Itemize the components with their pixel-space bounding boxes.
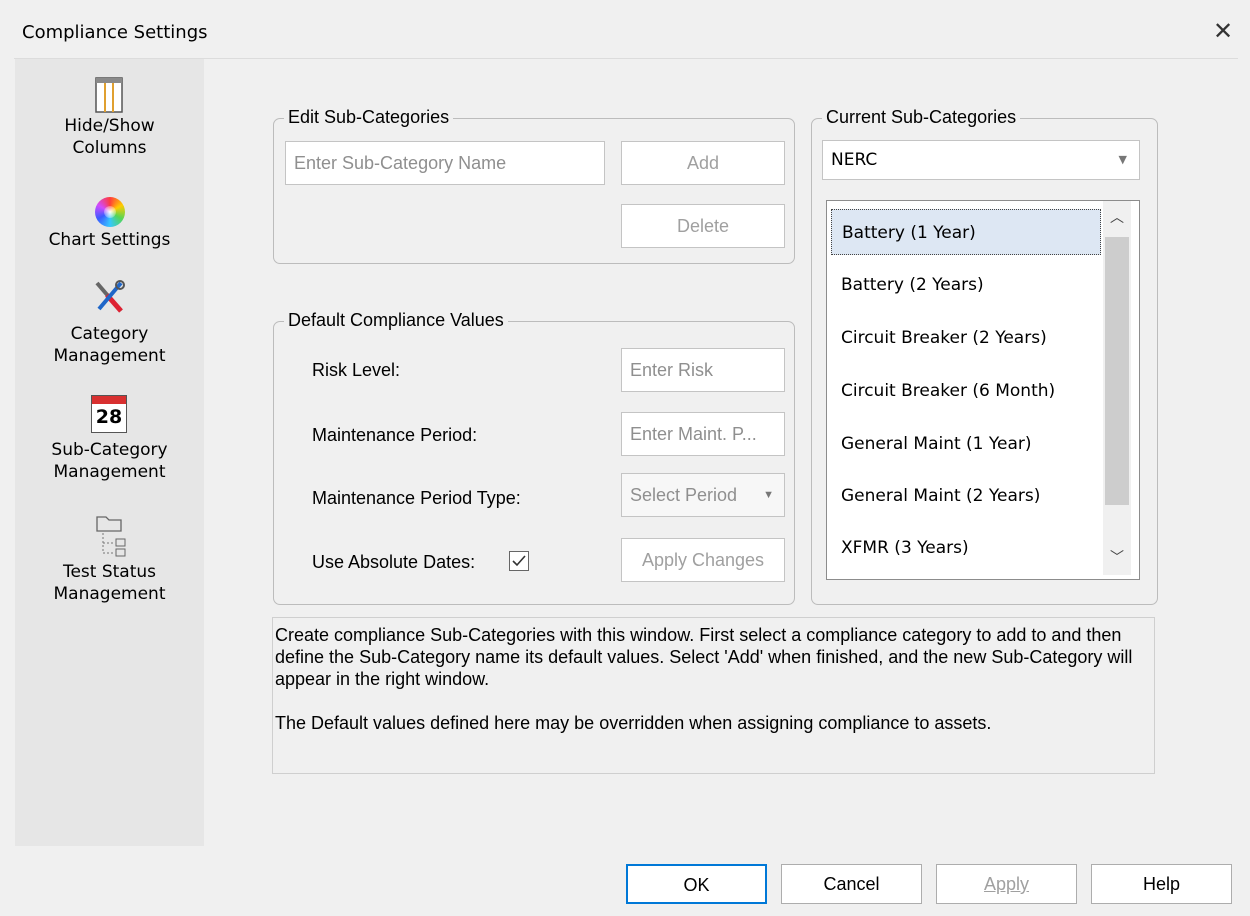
maintenance-period-label: Maintenance Period: (312, 425, 478, 445)
category-select-value: NERC (831, 150, 878, 170)
subcategory-list[interactable]: Battery (1 Year) Battery (2 Years) Circu… (826, 200, 1140, 580)
period-type-value: Select Period (630, 485, 738, 505)
sidebar-item-label: Test Status (62, 562, 157, 582)
edit-subcategories-legend: Edit Sub-Categories (284, 107, 454, 128)
list-item[interactable]: Battery (2 Years) (831, 262, 1101, 308)
sidebar-item-label: Sub-Category (51, 440, 168, 460)
sidebar-item-label: Management (53, 346, 166, 366)
sidebar-item-chart-settings[interactable]: Chart Settings (15, 193, 204, 251)
sidebar-item-label: Category (70, 324, 149, 344)
list-scrollbar[interactable]: ︿ ﹀ (1103, 201, 1131, 575)
scrollbar-thumb[interactable] (1105, 237, 1129, 505)
checkmark-icon (512, 555, 526, 567)
close-icon[interactable]: ✕ (1206, 14, 1240, 48)
help-button[interactable]: Help (1091, 864, 1232, 904)
list-item[interactable]: Circuit Breaker (6 Month) (831, 368, 1101, 414)
help-text-area: Create compliance Sub-Categories with th… (272, 617, 1155, 774)
scroll-up-icon[interactable]: ︿ (1103, 201, 1131, 235)
sidebar-item-label: Management (53, 462, 166, 482)
list-item[interactable]: XFMR (3 Years) (831, 525, 1101, 571)
sidebar-item-category-management[interactable]: Category Management (15, 277, 204, 367)
scroll-down-icon[interactable]: ﹀ (1103, 541, 1131, 575)
sidebar: Hide/Show Columns Chart Settings Categor… (15, 59, 204, 846)
absolute-dates-label: Use Absolute Dates: (312, 552, 476, 572)
help-text-paragraph: The Default values defined here may be o… (275, 713, 992, 733)
chevron-down-icon: ▼ (1118, 153, 1127, 166)
apply-changes-button[interactable]: Apply Changes (621, 538, 785, 582)
sidebar-item-hide-show-columns[interactable]: Hide/Show Columns (15, 75, 204, 159)
chevron-down-icon: ▼ (763, 489, 774, 501)
calendar-icon: 28 (15, 393, 204, 439)
sidebar-item-sub-category-management[interactable]: 28 Sub-Category Management (15, 393, 204, 483)
sidebar-item-label: Hide/Show (64, 116, 155, 136)
apply-button[interactable]: Apply (936, 864, 1077, 904)
risk-level-label: Risk Level: (312, 360, 401, 380)
cancel-button[interactable]: Cancel (781, 864, 922, 904)
maintenance-period-input[interactable]: Enter Maint. P... (621, 412, 785, 456)
absolute-dates-checkbox[interactable] (509, 551, 529, 571)
category-select[interactable]: NERC ▼ (822, 140, 1140, 180)
columns-icon (15, 75, 204, 115)
risk-level-input[interactable]: Enter Risk (621, 348, 785, 392)
window-title: Compliance Settings (22, 22, 208, 43)
list-item[interactable]: Battery (1 Year) (831, 209, 1101, 255)
list-item[interactable]: General Maint (1 Year) (831, 421, 1101, 467)
subcategory-name-input[interactable]: Enter Sub-Category Name (285, 141, 605, 185)
sidebar-item-label: Columns (72, 138, 147, 158)
color-wheel-icon (15, 193, 204, 229)
sidebar-item-test-status-management[interactable]: Test Status Management (15, 509, 204, 605)
add-button[interactable]: Add (621, 141, 785, 185)
folder-tree-icon (15, 509, 204, 561)
ok-button[interactable]: OK (626, 864, 767, 904)
maintenance-period-type-select[interactable]: Select Period ▼ (621, 473, 785, 517)
sidebar-item-label: Chart Settings (48, 230, 171, 250)
tools-icon (15, 277, 204, 323)
list-item[interactable]: Circuit Breaker (2 Years) (831, 315, 1101, 361)
delete-button[interactable]: Delete (621, 204, 785, 248)
maintenance-period-type-label: Maintenance Period Type: (312, 488, 521, 508)
help-text-paragraph: Create compliance Sub-Categories with th… (275, 625, 1133, 689)
default-values-legend: Default Compliance Values (284, 310, 508, 331)
sidebar-item-label: Management (53, 584, 166, 604)
current-subcategories-legend: Current Sub-Categories (822, 107, 1021, 128)
list-item[interactable]: General Maint (2 Years) (831, 473, 1101, 519)
